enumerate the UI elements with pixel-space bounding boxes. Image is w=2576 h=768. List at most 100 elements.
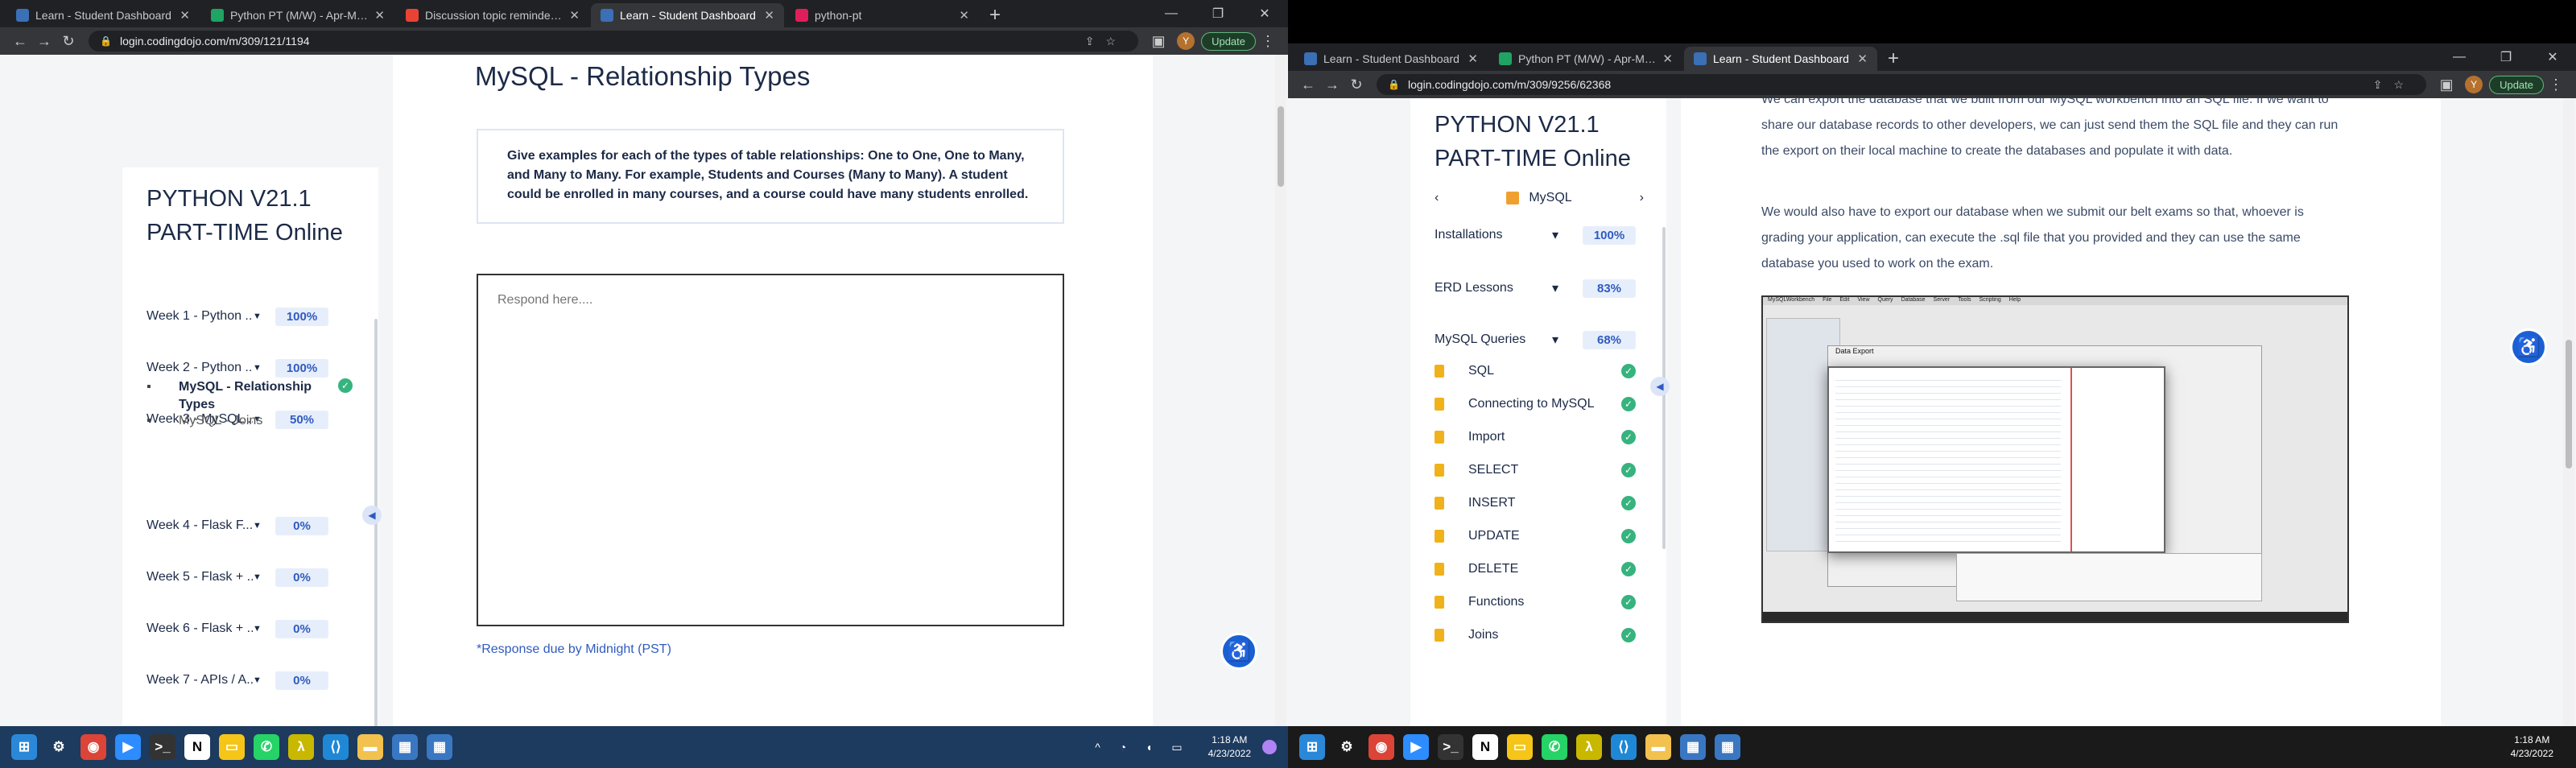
topic-item[interactable]: Import ✓	[1435, 427, 1636, 448]
share-star-icon[interactable]: ⇪☆	[2373, 78, 2415, 92]
settings-icon[interactable]: ⚙	[46, 734, 72, 760]
close-tab-icon[interactable]: ✕	[764, 8, 774, 23]
zoom-icon[interactable]: ▶	[115, 734, 141, 760]
reload-icon[interactable]: ↻	[56, 33, 80, 50]
page-scrollbar[interactable]	[1275, 55, 1286, 726]
week-item[interactable]: Week 1 - Python ... ▼ 100%	[147, 304, 356, 328]
topic-item[interactable]: SQL ✓	[1435, 361, 1636, 382]
page-scrollbar[interactable]	[2563, 98, 2574, 726]
next-module-icon[interactable]: ›	[1640, 191, 1644, 205]
prev-module-icon[interactable]: ‹	[1435, 191, 1439, 205]
clock[interactable]: 1:18 AM 4/23/2022	[1208, 733, 1251, 761]
chevron-down-icon[interactable]: ▼	[253, 624, 275, 634]
notion-icon[interactable]: N	[1472, 734, 1498, 760]
address-bar[interactable]: 🔒 login.codingdojo.com/m/309/9256/62368 …	[1377, 74, 2427, 95]
maximize-icon[interactable]: ❐	[2483, 43, 2529, 71]
section-item[interactable]: Installations ▾ 100%	[1435, 224, 1636, 246]
close-tab-icon[interactable]: ✕	[1468, 52, 1478, 66]
chevron-down-icon[interactable]: ▼	[253, 312, 275, 321]
app-icon[interactable]: ▦	[392, 734, 418, 760]
app-icon[interactable]: ▦	[427, 734, 452, 760]
app-icon[interactable]: ▦	[1715, 734, 1740, 760]
browser-tab[interactable]: Python PT (M/W) - Apr-May 2022 ✕	[201, 3, 394, 27]
chevron-down-icon[interactable]: ▼	[253, 363, 275, 373]
browser-tab[interactable]: Learn - Student Dashboard ✕	[1684, 47, 1877, 71]
vscode-icon[interactable]: ⟨⟩	[323, 734, 349, 760]
close-tab-icon[interactable]: ✕	[1857, 52, 1868, 66]
address-bar[interactable]: 🔒 login.codingdojo.com/m/309/121/1194 ⇪☆	[89, 31, 1139, 52]
week-item[interactable]: Week 4 - Flask F... ▼ 0%	[147, 514, 356, 538]
week-item[interactable]: Week 2 - Python ... ▼ 100%	[147, 356, 356, 380]
chevron-down-icon[interactable]: ▼	[253, 521, 275, 531]
browser-tab[interactable]: Discussion topic reminder for Pyt ✕	[396, 3, 589, 27]
app-icon[interactable]: ▦	[1680, 734, 1706, 760]
chrome-icon[interactable]: ◉	[1368, 734, 1394, 760]
maximize-icon[interactable]: ❐	[1195, 0, 1241, 27]
vscode-icon[interactable]: ⟨⟩	[1611, 734, 1637, 760]
close-tab-icon[interactable]: ✕	[374, 8, 385, 23]
avatar[interactable]: Y	[2465, 76, 2483, 93]
reload-icon[interactable]: ↻	[1344, 76, 1368, 93]
browser-tab[interactable]: Learn - Student Dashboard ✕	[1294, 47, 1488, 71]
start-icon[interactable]: ⊞	[11, 734, 37, 760]
share-star-icon[interactable]: ⇪☆	[1085, 35, 1127, 48]
topic-item[interactable]: Functions ✓	[1435, 592, 1636, 613]
settings-icon[interactable]: ⚙	[1334, 734, 1360, 760]
minimize-icon[interactable]: —	[1148, 0, 1195, 27]
forward-icon[interactable]: →	[1320, 76, 1344, 93]
avatar[interactable]: Y	[1177, 32, 1195, 50]
lesson-item-relationship-types[interactable]: ▪ MySQL - Relationship Types ✓	[147, 378, 356, 414]
close-tab-icon[interactable]: ✕	[1662, 52, 1673, 66]
new-tab-button[interactable]: +	[980, 3, 1009, 27]
topic-item[interactable]: Connecting to MySQL ✓	[1435, 394, 1636, 415]
collapse-sidebar-icon[interactable]: ◀	[362, 506, 382, 525]
start-icon[interactable]: ⊞	[1299, 734, 1325, 760]
forward-icon[interactable]: →	[32, 33, 56, 50]
close-tab-icon[interactable]: ✕	[180, 8, 190, 23]
chevron-down-icon[interactable]: ▾	[1552, 332, 1558, 348]
lambda-icon[interactable]: λ	[1576, 734, 1602, 760]
file-explorer-icon[interactable]: ▬	[1645, 734, 1671, 760]
chevron-down-icon[interactable]: ▼	[253, 675, 275, 685]
clock[interactable]: 1:18 AM 4/23/2022	[2511, 733, 2553, 761]
section-item[interactable]: ERD Lessons ▾ 83%	[1435, 277, 1636, 299]
close-icon[interactable]: ✕	[2529, 43, 2576, 71]
topic-item[interactable]: SELECT ✓	[1435, 460, 1636, 481]
lambda-icon[interactable]: λ	[288, 734, 314, 760]
close-tab-icon[interactable]: ✕	[959, 8, 969, 23]
sidepanel-icon[interactable]: ▣	[1146, 33, 1170, 50]
minimize-icon[interactable]: —	[2436, 43, 2483, 71]
topic-item[interactable]: UPDATE ✓	[1435, 526, 1636, 547]
browser-tab[interactable]: Learn - Student Dashboard ✕	[591, 3, 784, 27]
accessibility-icon[interactable]: ♿	[2510, 328, 2547, 365]
chevron-down-icon[interactable]: ▾	[1552, 280, 1558, 296]
topic-item[interactable]: INSERT ✓	[1435, 493, 1636, 514]
back-icon[interactable]: ←	[8, 33, 32, 50]
sticky-notes-icon[interactable]: ▭	[1507, 734, 1533, 760]
chevron-down-icon[interactable]: ▼	[253, 572, 275, 582]
sticky-notes-icon[interactable]: ▭	[219, 734, 245, 760]
browser-tab[interactable]: Learn - Student Dashboard ✕	[6, 3, 200, 27]
menu-icon[interactable]: ⋮	[1256, 33, 1280, 50]
chevron-down-icon[interactable]: ▾	[1552, 227, 1558, 243]
notion-icon[interactable]: N	[184, 734, 210, 760]
file-explorer-icon[interactable]: ▬	[357, 734, 383, 760]
browser-tab[interactable]: python-pt ✕	[786, 3, 979, 27]
sidepanel-icon[interactable]: ▣	[2434, 76, 2458, 93]
close-tab-icon[interactable]: ✕	[569, 8, 580, 23]
lesson-item-joins[interactable]: ▪ MySQL - Joins	[147, 412, 356, 430]
topic-item[interactable]: DELETE ✓	[1435, 559, 1636, 580]
collapse-sidebar-icon[interactable]: ◀	[1650, 377, 1670, 396]
back-icon[interactable]: ←	[1296, 76, 1320, 93]
response-textarea[interactable]	[477, 274, 1064, 626]
menu-icon[interactable]: ⋮	[2544, 76, 2568, 93]
accessibility-icon[interactable]: ♿	[1220, 633, 1257, 670]
topic-item[interactable]: Joins ✓	[1435, 625, 1636, 646]
zoom-icon[interactable]: ▶	[1403, 734, 1429, 760]
whatsapp-icon[interactable]: ✆	[1542, 734, 1567, 760]
terminal-icon[interactable]: >_	[1438, 734, 1463, 760]
new-tab-button[interactable]: +	[1879, 47, 1908, 71]
whatsapp-icon[interactable]: ✆	[254, 734, 279, 760]
notification-icon[interactable]	[1262, 740, 1277, 754]
week-item[interactable]: Week 6 - Flask + ... ▼ 0%	[147, 617, 356, 641]
